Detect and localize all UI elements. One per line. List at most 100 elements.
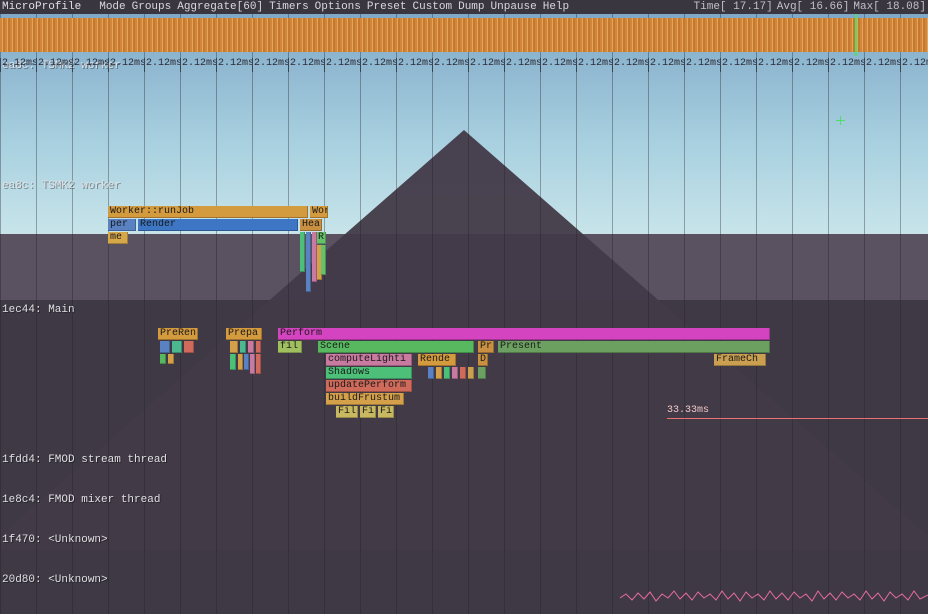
cpu-graph: [620, 580, 928, 610]
ruler-tick: 2.12ms: [864, 58, 900, 72]
ruler-tick: 2.12ms: [0, 58, 36, 72]
timer-bar[interactable]: [172, 341, 182, 353]
app-title: MicroProfile: [2, 1, 81, 13]
timer-bar[interactable]: [248, 341, 254, 353]
timer-bar[interactable]: [230, 354, 236, 370]
ruler-tick: 2.12ms: [756, 58, 792, 72]
ruler-tick: 2.12ms: [540, 58, 576, 72]
ruler-tick: 2.12ms: [360, 58, 396, 72]
timer-bar-worker-runjob[interactable]: Worker::runJob: [108, 206, 308, 218]
ruler-tick: 2.12ms: [432, 58, 468, 72]
menu-item-timers[interactable]: Timers: [269, 1, 309, 13]
ruler-tick: 2.12ms: [36, 58, 72, 72]
timer-bar[interactable]: [428, 367, 434, 379]
timer-bar-fil[interactable]: fil: [278, 341, 302, 353]
ruler-tick: 2.12ms: [108, 58, 144, 72]
ruler-tick: 2.12ms: [144, 58, 180, 72]
timer-bar-preren[interactable]: PreRen: [158, 328, 198, 340]
ruler-tick: 2.12ms: [648, 58, 684, 72]
thread-label: 1ec44: Main: [2, 304, 75, 316]
timer-bar-framech[interactable]: FrameCh: [714, 354, 766, 366]
overview-strip[interactable]: 2.12ms2.12ms2.12ms2.12ms2.12ms2.12ms2.12…: [0, 14, 928, 62]
timer-bar[interactable]: [321, 245, 326, 275]
timer-bar-per[interactable]: per: [108, 219, 136, 231]
timer-bar-updateperform[interactable]: updatePerform: [326, 380, 412, 392]
timer-bar-scene[interactable]: Scene: [318, 341, 474, 353]
menu-item-unpause[interactable]: Unpause: [491, 1, 537, 13]
thread-label: 1e8c4: FMOD mixer thread: [2, 494, 160, 506]
timer-bar[interactable]: [238, 354, 243, 370]
time-ruler: 2.12ms2.12ms2.12ms2.12ms2.12ms2.12ms2.12…: [0, 58, 928, 72]
menu-item-help[interactable]: Help: [543, 1, 569, 13]
timer-bar[interactable]: [230, 341, 238, 353]
ruler-tick: 2.12ms: [252, 58, 288, 72]
menu-item-custom[interactable]: Custom: [413, 1, 453, 13]
timer-bar-me[interactable]: me: [108, 232, 128, 244]
menu-item-aggregate-60-[interactable]: Aggregate[60]: [177, 1, 263, 13]
stats-readout: Time[ 17.17] Avg[ 16.66] Max[ 18.08]: [694, 1, 926, 13]
menu-item-preset[interactable]: Preset: [367, 1, 407, 13]
timer-bar[interactable]: [184, 341, 194, 353]
ruler-tick: 2.12ms: [396, 58, 432, 72]
ms-marker-line: [667, 418, 928, 419]
ruler-tick: 2.12ms: [684, 58, 720, 72]
timer-bar-prepa[interactable]: Prepa: [226, 328, 262, 340]
timer-bar-rende[interactable]: Rende: [418, 354, 456, 366]
timer-bar[interactable]: [250, 354, 255, 374]
timer-bar[interactable]: [444, 367, 450, 379]
ruler-tick: 2.12ms: [288, 58, 324, 72]
timer-bar-r[interactable]: R: [316, 232, 326, 244]
overview-flame[interactable]: [0, 18, 928, 52]
ruler-tick: 2.12ms: [720, 58, 756, 72]
timer-bar-render[interactable]: Render: [138, 219, 298, 231]
timer-bar[interactable]: [256, 341, 261, 353]
ruler-tick: 2.12ms: [792, 58, 828, 72]
menu-item-mode[interactable]: Mode: [99, 1, 125, 13]
timer-bar[interactable]: [478, 367, 486, 379]
ruler-tick: 2.12ms: [468, 58, 504, 72]
timer-bar-wor[interactable]: Wor: [310, 206, 328, 218]
ruler-tick: 2.12ms: [216, 58, 252, 72]
timer-bar[interactable]: [436, 367, 442, 379]
menu-item-dump[interactable]: Dump: [458, 1, 484, 13]
timer-bar-fil[interactable]: Fil: [336, 406, 358, 418]
thread-label: 20d80: <Unknown>: [2, 574, 108, 586]
menu-bar: MicroProfile Mode Groups Aggregate[60] Time…: [0, 0, 928, 14]
menu-item-options[interactable]: Options: [315, 1, 361, 13]
timer-bar[interactable]: [256, 354, 261, 374]
ruler-tick: 2.12ms: [576, 58, 612, 72]
timer-bar-fi[interactable]: Fi: [378, 406, 394, 418]
ms-marker-label: 33.33ms: [667, 405, 709, 416]
timer-bar-computelighti[interactable]: computeLighti: [326, 354, 412, 366]
timer-bar[interactable]: [306, 232, 311, 292]
timer-bar-pr[interactable]: Pr: [478, 341, 494, 353]
menu-item-groups[interactable]: Groups: [132, 1, 172, 13]
timer-bar-hea[interactable]: Hea: [300, 219, 322, 231]
timer-bar-buildfrustum[interactable]: buildFrustum: [326, 393, 404, 405]
timer-bar-present[interactable]: Present: [498, 341, 770, 353]
timer-bar-perform[interactable]: Perform: [278, 328, 770, 340]
stat-avg: Avg[ 16.66]: [777, 1, 850, 13]
thread-label: 1f470: <Unknown>: [2, 534, 108, 546]
timer-bar[interactable]: [460, 367, 466, 379]
crosshair-icon: [836, 116, 845, 125]
frame-spike: [855, 14, 857, 56]
ruler-tick: 2.12ms: [828, 58, 864, 72]
timer-bar[interactable]: [244, 354, 249, 370]
timer-bar[interactable]: [168, 354, 174, 364]
timer-bar[interactable]: [240, 341, 246, 353]
thread-label: ea8c: TSMK2 worker: [2, 180, 121, 192]
timeline-area[interactable]: ea8c: TSMK2 workerea8c: TSMK2 worker1ec4…: [0, 60, 928, 614]
timer-bar[interactable]: [468, 367, 474, 379]
timer-bar-fi[interactable]: Fi: [360, 406, 376, 418]
ruler-tick: 2.12ms: [900, 58, 928, 72]
thread-label: 1fdd4: FMOD stream thread: [2, 454, 167, 466]
timer-bar-d[interactable]: D: [478, 354, 488, 366]
stat-time: Time[ 17.17]: [694, 1, 773, 13]
ruler-tick: 2.12ms: [504, 58, 540, 72]
timer-bar[interactable]: [452, 367, 458, 379]
timer-bar[interactable]: [160, 341, 170, 353]
timer-bar[interactable]: [300, 232, 305, 272]
timer-bar[interactable]: [160, 354, 166, 364]
timer-bar-shadows[interactable]: Shadows: [326, 367, 412, 379]
